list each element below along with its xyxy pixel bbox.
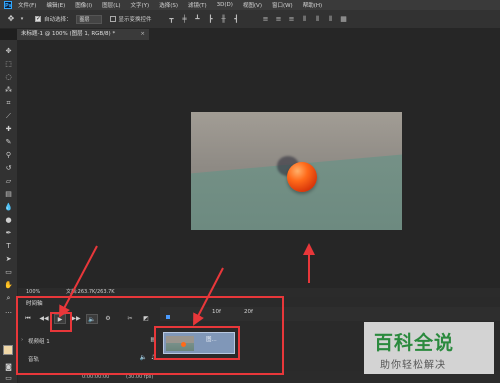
watermark-title: 百科全说 [374,332,455,354]
watermark-subtitle: 助你轻松解决 [380,360,446,371]
arrow-to-clip [193,267,224,326]
watermark: 百科全说 助你轻松解决 [364,322,494,374]
arrow-to-play-button [59,245,98,318]
